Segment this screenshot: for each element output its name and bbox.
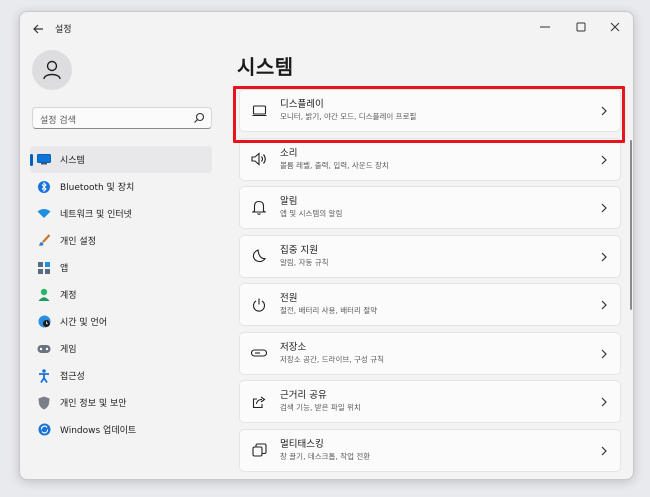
card-storage[interactable]: 저장소 저장소 공간, 드라이브, 구성 규칙 — [239, 331, 621, 375]
account-icon — [37, 288, 51, 302]
chevron-right-icon — [601, 446, 607, 455]
card-subtitle: 창 끌기, 데스크톱, 작업 전환 — [280, 451, 371, 461]
card-title: 근거리 공유 — [280, 390, 327, 401]
sidebar-item-accounts[interactable]: 계정 — [30, 281, 212, 308]
apps-icon — [37, 261, 51, 275]
close-button[interactable] — [601, 17, 629, 37]
sidebar-item-label: 앱 — [60, 264, 69, 274]
card-title: 멀티태스킹 — [280, 438, 324, 450]
scrollbar[interactable] — [630, 140, 632, 310]
chevron-right-icon — [601, 349, 607, 358]
card-title: 알림 — [280, 196, 298, 207]
bluetooth-icon — [37, 180, 51, 194]
moon-icon — [251, 248, 267, 264]
app-title: 설정 — [55, 25, 72, 35]
sidebar-item-label: Bluetooth 및 장치 — [60, 183, 135, 193]
sidebar-item-label: Windows 업데이트 — [60, 426, 137, 436]
back-button[interactable] — [28, 20, 48, 38]
sidebar-item-label: 접근성 — [60, 372, 85, 382]
card-subtitle: 앱 및 시스템의 알림 — [280, 209, 343, 218]
sidebar-item-label: 게임 — [60, 345, 77, 355]
card-subtitle: 볼륨 레벨, 출력, 입력, 사운드 장치 — [280, 160, 389, 170]
card-title: 집중 지원 — [280, 244, 318, 256]
power-icon — [251, 297, 267, 313]
accessibility-icon — [37, 368, 51, 383]
card-sound[interactable]: 소리 볼륨 레벨, 출력, 입력, 사운드 장치 — [239, 137, 621, 181]
card-title: 전원 — [280, 293, 298, 304]
card-multitasking[interactable]: 멀티태스킹 창 끌기, 데스크톱, 작업 전환 — [239, 428, 621, 472]
search-icon[interactable] — [193, 112, 205, 124]
card-subtitle: 모니터, 밝기, 야간 모드, 디스플레이 프로필 — [280, 112, 417, 121]
sidebar-item-label: 시스템 — [60, 156, 85, 166]
maximize-button[interactable] — [567, 17, 595, 37]
chevron-right-icon — [601, 106, 607, 116]
card-display[interactable]: 디스플레이 모니터, 밝기, 야간 모드, 디스플레이 프로필 — [239, 89, 621, 132]
sidebar-item-system[interactable]: 시스템 — [30, 146, 212, 173]
search-input[interactable] — [33, 111, 183, 131]
brush-icon — [37, 234, 51, 248]
page-title: 시스템 — [237, 55, 294, 79]
close-icon — [610, 22, 620, 32]
maximize-icon — [576, 22, 586, 32]
chevron-right-icon — [601, 252, 607, 261]
minimize-icon — [540, 26, 550, 28]
sidebar-item-gaming[interactable]: 게임 — [30, 335, 212, 362]
wifi-icon — [37, 207, 51, 221]
globe-clock-icon — [37, 315, 51, 329]
sidebar-item-label: 개인 정보 및 보안 — [60, 399, 127, 409]
card-title: 저장소 — [280, 341, 307, 353]
sidebar-item-bluetooth[interactable]: Bluetooth 및 장치 — [30, 173, 212, 200]
sidebar-item-label: 계정 — [60, 291, 77, 301]
card-subtitle: 검색 기능, 받은 파일 위치 — [280, 403, 361, 412]
user-icon — [43, 60, 61, 80]
card-subtitle: 절전, 배터리 사용, 배터리 절약 — [280, 306, 378, 315]
avatar[interactable] — [32, 50, 72, 90]
card-focus-assist[interactable]: 집중 지원 알림, 자동 규칙 — [239, 234, 621, 278]
card-title: 디스플레이 — [280, 99, 324, 110]
sidebar-item-time-language[interactable]: 시간 및 언어 — [30, 308, 212, 335]
sidebar-item-privacy-security[interactable]: 개인 정보 및 보안 — [30, 389, 212, 416]
sidebar-item-windows-update[interactable]: Windows 업데이트 — [30, 416, 212, 443]
gamepad-icon — [37, 342, 51, 356]
search-box[interactable] — [32, 107, 212, 131]
sidebar-item-label: 시간 및 언어 — [60, 318, 108, 328]
chevron-right-icon — [601, 300, 607, 310]
active-indicator — [30, 154, 33, 166]
card-subtitle: 저장소 공간, 드라이브, 구성 규칙 — [280, 354, 385, 364]
title-bar: 설정 — [20, 12, 633, 44]
minimize-button[interactable] — [531, 17, 559, 37]
shield-icon — [37, 396, 51, 410]
speaker-icon — [251, 151, 267, 167]
sidebar-nav: 시스템 Bluetooth 및 장치 네트워크 및 인터넷 개인 설정 앱 계정… — [30, 146, 212, 443]
card-title: 소리 — [280, 147, 298, 159]
arrow-left-icon — [32, 24, 43, 34]
multitask-icon — [251, 442, 267, 458]
settings-list: 디스플레이 모니터, 밝기, 야간 모드, 디스플레이 프로필 소리 볼륨 레벨… — [239, 89, 621, 477]
chevron-right-icon — [601, 397, 607, 407]
monitor-icon — [251, 103, 267, 119]
card-nearby-sharing[interactable]: 근거리 공유 검색 기능, 받은 파일 위치 — [239, 380, 621, 423]
card-power[interactable]: 전원 절전, 배터리 사용, 배터리 절약 — [239, 283, 621, 326]
card-subtitle: 알림, 자동 규칙 — [280, 257, 329, 267]
update-icon — [37, 423, 51, 437]
settings-window: 설정 시스템 — [19, 11, 634, 480]
sidebar-item-personalization[interactable]: 개인 설정 — [30, 227, 212, 254]
bell-icon — [251, 200, 267, 216]
sidebar-item-apps[interactable]: 앱 — [30, 254, 212, 281]
chevron-right-icon — [601, 203, 607, 213]
share-icon — [251, 394, 267, 410]
card-notifications[interactable]: 알림 앱 및 시스템의 알림 — [239, 186, 621, 229]
chevron-right-icon — [601, 155, 607, 164]
sidebar-item-network[interactable]: 네트워크 및 인터넷 — [30, 200, 212, 227]
sidebar-item-accessibility[interactable]: 접근성 — [30, 362, 212, 389]
storage-icon — [251, 345, 267, 361]
sidebar-item-label: 개인 설정 — [60, 237, 96, 247]
system-icon — [37, 153, 51, 167]
sidebar-item-label: 네트워크 및 인터넷 — [60, 210, 132, 220]
